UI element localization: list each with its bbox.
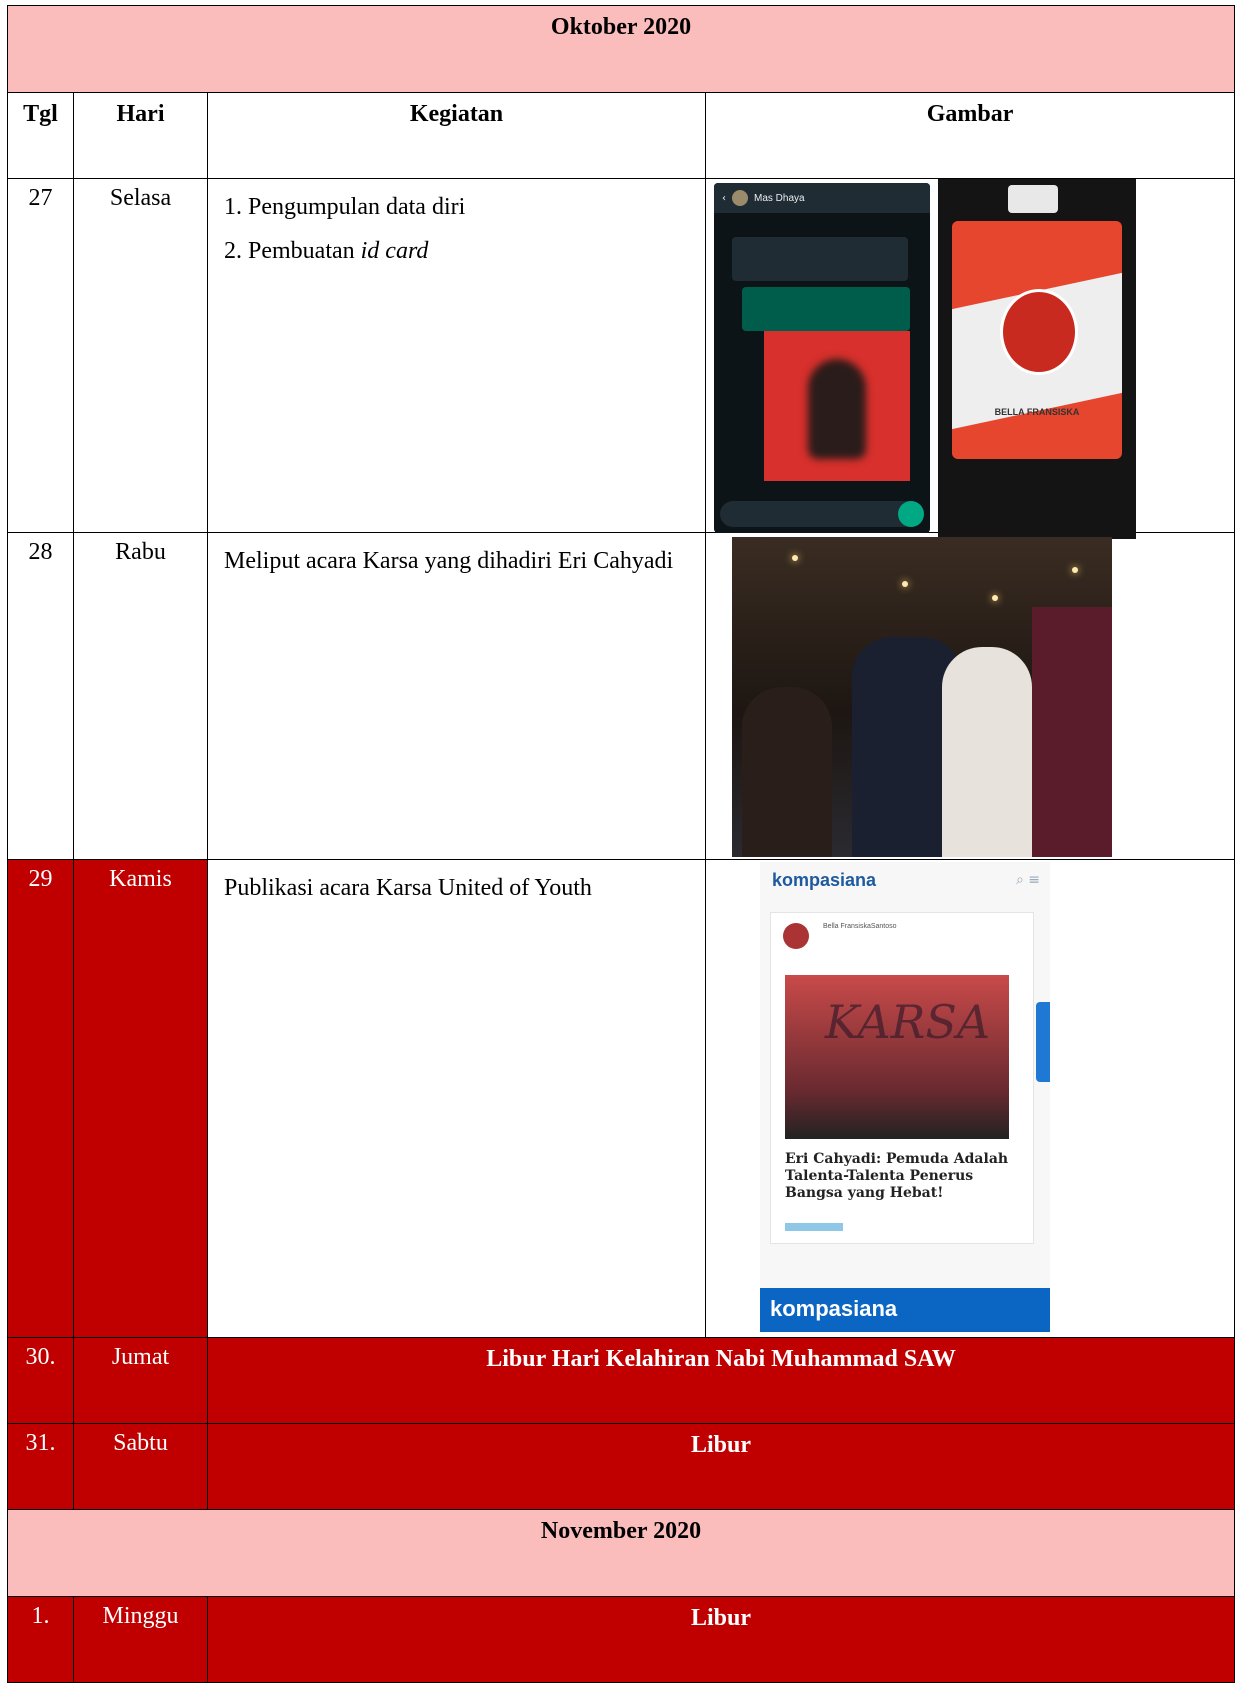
string-light bbox=[902, 581, 908, 587]
kegiatan-text: 2. Pembuatan bbox=[224, 238, 361, 264]
kompasiana-footer: kompasiana bbox=[760, 1288, 1050, 1332]
event-photo bbox=[732, 537, 1112, 857]
tgl-cell: 1. bbox=[7, 1596, 74, 1683]
string-light bbox=[1072, 567, 1078, 573]
header-tgl: Tgl bbox=[7, 92, 74, 179]
clothes-rack bbox=[1032, 607, 1112, 857]
back-arrow-icon: ‹ bbox=[722, 192, 726, 204]
gambar-cell: ‹ Mas Dhaya BELLA FRANSISKA bbox=[704, 178, 1236, 539]
chat-screenshot-image: ‹ Mas Dhaya bbox=[714, 183, 930, 533]
avatar bbox=[783, 923, 809, 949]
gambar-cell bbox=[704, 532, 1236, 860]
image-area bbox=[706, 533, 1234, 858]
hari-cell: Kamis bbox=[73, 859, 208, 1338]
month-row: Oktober 2020 bbox=[6, 5, 1236, 93]
kegiatan-item: 2. Pembuatan id card bbox=[224, 229, 689, 273]
tgl-cell: 29 bbox=[7, 859, 74, 1338]
month-row: November 2020 bbox=[6, 1509, 1236, 1597]
person-silhouette bbox=[742, 687, 832, 857]
chat-header: ‹ Mas Dhaya bbox=[714, 183, 930, 213]
kegiatan-cell: Publikasi acara Karsa United of Youth bbox=[207, 859, 706, 1338]
kompasiana-footer-logo: kompasiana bbox=[770, 1296, 898, 1321]
month-heading: November 2020 bbox=[6, 1509, 1236, 1597]
article-author: Bella FransiskaSantoso bbox=[823, 923, 897, 930]
table-row: 28 Rabu Meliput acara Karsa yang dihadir… bbox=[7, 532, 1236, 860]
blurred-face bbox=[808, 359, 866, 459]
hari-cell: Jumat bbox=[73, 1337, 208, 1424]
article-title: Eri Cahyadi: Pemuda Adalah Talenta-Talen… bbox=[785, 1151, 1009, 1201]
kegiatan-item: 1. Pengumpulan data diri bbox=[224, 194, 466, 220]
kompasiana-screenshot: kompasiana ⌕ ≡ Bella FransiskaSantoso KA… bbox=[760, 862, 1050, 1332]
holiday-cell: Libur bbox=[206, 1596, 1236, 1683]
tgl-cell: 30. bbox=[7, 1337, 74, 1424]
chat-contact-name: Mas Dhaya bbox=[754, 192, 805, 204]
image-area: kompasiana ⌕ ≡ Bella FransiskaSantoso KA… bbox=[706, 860, 1234, 1336]
article-tag bbox=[785, 1223, 843, 1231]
hari-cell: Rabu bbox=[73, 532, 208, 860]
kompasiana-logo: kompasiana bbox=[772, 870, 877, 890]
card-clip bbox=[1008, 185, 1058, 213]
activity-log-table: Oktober 2020 Tgl Hari Kegiatan Gambar 27… bbox=[6, 5, 1236, 1683]
tgl-cell: 28 bbox=[7, 532, 74, 860]
article-photo: KARSA bbox=[785, 975, 1009, 1139]
header-kegiatan: Kegiatan bbox=[207, 92, 706, 179]
table-row: 1. Minggu Libur bbox=[7, 1596, 1236, 1683]
table-row: 30. Jumat Libur Hari Kelahiran Nabi Muha… bbox=[7, 1337, 1236, 1424]
holiday-cell: Libur bbox=[206, 1423, 1236, 1510]
avatar bbox=[732, 190, 748, 206]
photo-banner-text: KARSA bbox=[825, 995, 991, 1049]
blurred-photo bbox=[764, 331, 910, 481]
string-light bbox=[992, 595, 998, 601]
chat-bubble bbox=[732, 237, 908, 281]
table-row: 27 Selasa 1. Pengumpulan data diri 2. Pe… bbox=[7, 178, 1236, 539]
chat-bubble bbox=[742, 287, 910, 331]
article-card: Bella FransiskaSantoso KARSA Eri Cahyadi… bbox=[770, 912, 1034, 1244]
tgl-cell: 31. bbox=[7, 1423, 74, 1510]
holiday-cell: Libur Hari Kelahiran Nabi Muhammad SAW bbox=[206, 1337, 1236, 1424]
table-row: 31. Sabtu Libur bbox=[7, 1423, 1236, 1510]
image-area: ‹ Mas Dhaya BELLA FRANSISKA bbox=[706, 179, 1234, 539]
hari-cell: Minggu bbox=[73, 1596, 208, 1683]
month-heading: Oktober 2020 bbox=[6, 5, 1236, 93]
header-hari: Hari bbox=[73, 92, 208, 179]
string-light bbox=[792, 555, 798, 561]
kegiatan-cell: Meliput acara Karsa yang dihadiri Eri Ca… bbox=[207, 532, 706, 860]
mic-icon bbox=[898, 501, 924, 527]
search-menu-icon: ⌕ ≡ bbox=[1015, 872, 1040, 888]
gambar-cell: kompasiana ⌕ ≡ Bella FransiskaSantoso KA… bbox=[704, 859, 1236, 1338]
hari-cell: Sabtu bbox=[73, 1423, 208, 1510]
header-row: Tgl Hari Kegiatan Gambar bbox=[7, 92, 1236, 179]
card-photo bbox=[1000, 289, 1078, 375]
chat-input bbox=[720, 501, 924, 527]
person-silhouette bbox=[942, 647, 1032, 857]
id-card: BELLA FRANSISKA bbox=[952, 221, 1122, 459]
id-card-image: BELLA FRANSISKA bbox=[938, 179, 1136, 539]
table-row: 29 Kamis Publikasi acara Karsa United of… bbox=[7, 859, 1236, 1338]
kegiatan-cell: 1. Pengumpulan data diri 2. Pembuatan id… bbox=[207, 178, 706, 533]
card-name: BELLA FRANSISKA bbox=[994, 407, 1080, 417]
side-tab bbox=[1036, 1002, 1050, 1082]
header-gambar: Gambar bbox=[704, 92, 1236, 179]
hari-cell: Selasa bbox=[73, 178, 208, 533]
tgl-cell: 27 bbox=[7, 178, 74, 533]
kegiatan-italic: id card bbox=[360, 238, 429, 264]
